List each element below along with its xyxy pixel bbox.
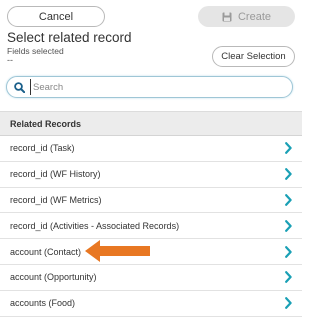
chevron-right-icon[interactable] <box>285 271 292 284</box>
list-item[interactable]: record_id (Task) <box>0 136 302 162</box>
list-item-label: record_id (WF History) <box>10 169 101 180</box>
list-item[interactable]: record_id (WF Metrics) <box>0 188 302 214</box>
chevron-right-icon[interactable] <box>285 194 292 206</box>
cancel-button-label: Cancel <box>38 10 74 23</box>
list-item[interactable]: record_id (Activities - Associated Recor… <box>0 213 302 240</box>
list-item[interactable]: record_id (WF History) <box>0 162 302 188</box>
create-button-label: Create <box>237 10 272 23</box>
list-item-label: account (Contact) <box>10 246 82 257</box>
search-icon <box>14 81 25 93</box>
chevron-right-icon[interactable] <box>285 297 292 310</box>
chevron-right-icon[interactable] <box>285 168 292 181</box>
search-input[interactable] <box>30 79 283 95</box>
list-item-label: record_id (WF Metrics) <box>10 194 102 205</box>
orange-arrow-annotation <box>85 240 150 262</box>
chevron-right-icon[interactable] <box>285 245 292 258</box>
list-item-label: record_id (Task) <box>10 143 75 154</box>
fields-selected-label: Fields selected <box>7 46 64 56</box>
floppy-disk-icon <box>222 12 232 21</box>
cancel-button[interactable]: Cancel <box>7 6 105 27</box>
clear-selection-button[interactable]: Clear Selection <box>212 46 295 67</box>
list-item[interactable]: account (Opportunity) <box>0 265 302 291</box>
list-item-label: accounts (Food) <box>10 298 76 309</box>
page-title: Select related record <box>7 30 132 45</box>
list-item[interactable]: accounts (Food) <box>0 291 302 317</box>
chevron-right-icon[interactable] <box>285 219 292 232</box>
create-button[interactable]: Create <box>198 6 295 27</box>
list-item-label: account (Opportunity) <box>10 272 97 283</box>
list-header: Related Records <box>0 111 302 136</box>
search-box[interactable] <box>6 76 293 98</box>
fields-selected-value: -- <box>7 55 13 65</box>
related-records-list: Related Records record_id (Task) record_… <box>0 111 302 317</box>
clear-selection-label: Clear Selection <box>221 51 286 62</box>
list-item[interactable]: account (Contact) <box>0 239 302 265</box>
list-item-label: record_id (Activities - Associated Recor… <box>10 220 180 231</box>
chevron-right-icon[interactable] <box>285 142 292 155</box>
